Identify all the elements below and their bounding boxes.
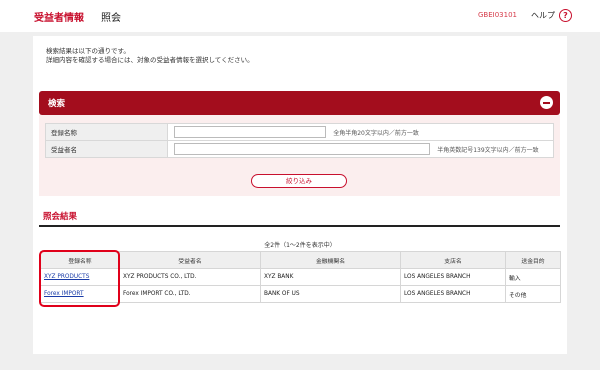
registration-name-label: 登録名称 [45, 123, 168, 141]
beneficiary-name-label: 受益者名 [45, 140, 168, 158]
remittance-purpose-cell: その他 [505, 285, 561, 303]
form-row-registration-name: 登録名称 全角半角20文字以内／前方一致 [45, 123, 554, 141]
bank-name-cell: BANK OF US [260, 285, 401, 303]
branch-name-cell: LOS ANGELES BRANCH [400, 285, 506, 303]
results-title: 照会結果 [43, 212, 78, 222]
col-header-bank-name[interactable]: 金融機関名 [260, 251, 401, 269]
intro-text: 検索結果は以下の通りです。 詳細内容を確認する場合には、対象の受益者情報を選択し… [46, 47, 254, 65]
results-divider [39, 225, 560, 227]
help-icon[interactable]: ? [559, 9, 572, 22]
screen-name: 照会 [101, 13, 121, 24]
beneficiary-name-cell: XYZ PRODUCTS CO., LTD. [119, 268, 261, 286]
col-header-branch-name[interactable]: 支店名 [400, 251, 506, 269]
search-title: 検索 [48, 99, 66, 109]
main-panel: 検索結果は以下の通りです。 詳細内容を確認する場合には、対象の受益者情報を選択し… [33, 36, 567, 354]
intro-line-1: 検索結果は以下の通りです。 [46, 47, 130, 55]
remittance-purpose-cell: 輸入 [505, 268, 561, 286]
bank-name-cell: XYZ BANK [260, 268, 401, 286]
highlight-annotation [39, 250, 120, 307]
filter-button[interactable]: 絞り込み [251, 174, 347, 188]
screen-id: GBEI03101 [478, 11, 517, 19]
search-form: 登録名称 全角半角20文字以内／前方一致 受益者名 半角英数記号139文字以内／… [45, 123, 554, 158]
beneficiary-name-hint: 半角英数記号139文字以内／前方一致 [437, 146, 539, 154]
registration-name-input[interactable] [174, 126, 326, 138]
search-panel-header[interactable]: 検索 [39, 91, 560, 115]
beneficiary-name-input[interactable] [174, 143, 430, 155]
branch-name-cell: LOS ANGELES BRANCH [400, 268, 506, 286]
col-header-beneficiary-name[interactable]: 受益者名 [119, 251, 261, 269]
form-row-beneficiary-name: 受益者名 半角英数記号139文字以内／前方一致 [45, 140, 554, 158]
help-label: ヘルプ [531, 11, 555, 20]
intro-line-2: 詳細内容を確認する場合には、対象の受益者情報を選択してください。 [46, 56, 254, 64]
app-title: 受益者情報 [34, 13, 84, 24]
beneficiary-name-cell: Forex IMPORT CO., LTD. [119, 285, 261, 303]
minus-circle-icon[interactable] [540, 96, 553, 109]
top-bar: 受益者情報 照会 GBEI03101 ヘルプ ? [0, 0, 600, 32]
registration-name-hint: 全角半角20文字以内／前方一致 [333, 129, 419, 137]
result-count: 全2件（1～2件を表示中） [264, 242, 336, 249]
help-link[interactable]: ヘルプ ? [531, 9, 572, 22]
col-header-remittance-purpose[interactable]: 送金目的 [505, 251, 561, 269]
search-panel-body: 登録名称 全角半角20文字以内／前方一致 受益者名 半角英数記号139文字以内／… [39, 115, 560, 196]
